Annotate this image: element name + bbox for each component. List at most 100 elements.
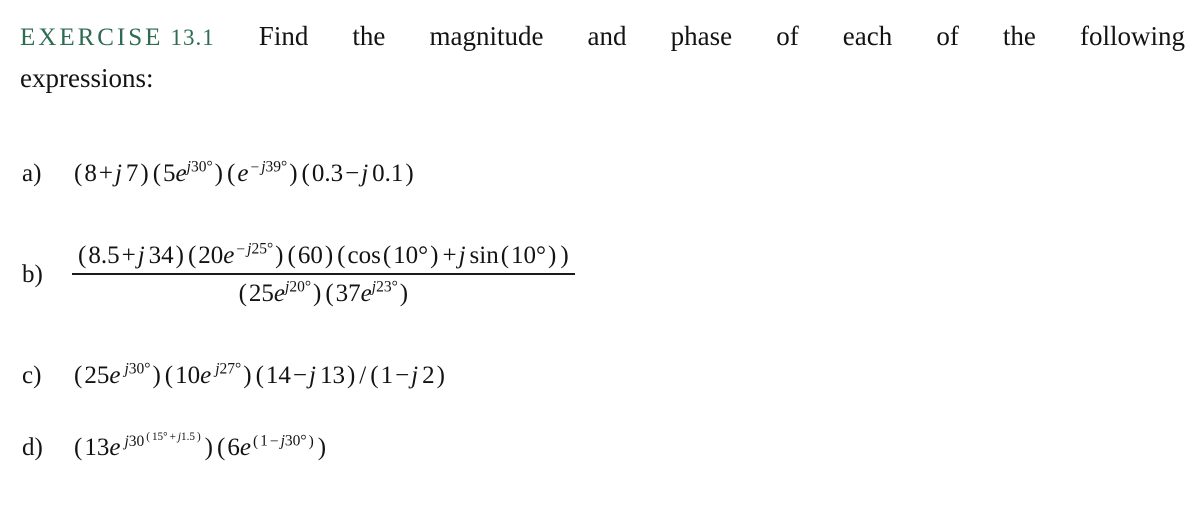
paren-open: ( — [146, 430, 150, 443]
paren-close: ) — [430, 242, 439, 269]
paren-open: ( — [337, 242, 346, 269]
paren-open: ( — [74, 434, 83, 461]
paren-close: ) — [308, 432, 314, 450]
angle-value: 23 — [376, 278, 392, 296]
minus-operator: − — [345, 160, 360, 187]
imaginary-unit: j — [137, 242, 145, 269]
paren-open: ( — [370, 362, 379, 389]
heading-prompt-line-2: expressions: — [20, 63, 154, 93]
paren-close: ) — [140, 160, 149, 187]
paren-close: ) — [275, 242, 284, 269]
minus-operator: − — [292, 362, 307, 389]
paren-open: ( — [252, 432, 259, 450]
imaginary-part: 13 — [319, 362, 345, 389]
cos-function: cos — [347, 242, 381, 269]
angle-value: 25 — [251, 240, 267, 258]
real-part: 1 — [260, 432, 268, 450]
sin-function: sin — [469, 242, 499, 269]
euler-e: e — [273, 280, 285, 308]
exponent: j20° — [285, 279, 311, 296]
imaginary-part: 2 — [422, 362, 435, 389]
paren-close: ) — [289, 160, 298, 187]
exercise-item-b: b) (8.5+j 34) (20e − j25°) (60) (cos(10°) +j sin… — [22, 240, 575, 310]
imaginary-part: 1.5 — [181, 430, 195, 443]
item-d-expression: (13e j30(15° + j1.5)) (6e(1− j30°)) — [72, 431, 328, 462]
angle-value: 10 — [511, 242, 537, 269]
imaginary-unit: j — [458, 242, 466, 269]
magnitude: 37 — [335, 280, 361, 308]
exercise-item-a: a) (8+j 7) (5ej30°) (e − j39°) (0.3−j 0.1) — [22, 158, 416, 188]
euler-e: e — [223, 242, 235, 269]
paren-close: ) — [196, 430, 201, 443]
paren-close: ) — [317, 434, 327, 461]
paren-close: ) — [324, 242, 334, 269]
exercise-heading: EXERCISE 13.1 Find the magnitude and phas… — [20, 16, 1185, 98]
scalar-value: 60 — [297, 242, 323, 269]
magnitude: 5 — [163, 160, 176, 187]
paren-close: ) — [214, 160, 223, 187]
item-a-label: a) — [22, 160, 42, 187]
paren-open: ( — [164, 362, 174, 389]
exponent: j23° — [372, 279, 398, 296]
item-a-expression: (8+j 7) (5ej30°) (e − j39°) (0.3−j 0.1) — [72, 158, 416, 188]
heading-prompt-line-1: Find the magnitude and phase of each of … — [258, 21, 1185, 51]
exponent: j30° — [187, 159, 213, 176]
minus-sign: − — [236, 240, 246, 258]
paren-close: ) — [399, 280, 409, 308]
angle-value: 15 — [151, 430, 164, 443]
nested-exponent: (15° + j1.5) — [144, 431, 202, 443]
angle-value: 27 — [219, 360, 236, 378]
paren-close: ) — [436, 362, 445, 389]
paren-open: ( — [500, 242, 510, 269]
paren-open: ( — [301, 160, 310, 187]
euler-e: e — [237, 160, 249, 187]
paren-open: ( — [238, 280, 247, 308]
imaginary-unit: j — [114, 160, 122, 187]
fraction-numerator: (8.5+j 34) (20e − j25°) (60) (cos(10°) +j sin(10… — [72, 240, 575, 273]
paren-open: ( — [74, 160, 83, 187]
minus-operator: − — [395, 362, 410, 389]
paren-close: ) — [152, 362, 161, 389]
euler-e: e — [239, 434, 251, 461]
magnitude: 25 — [84, 362, 110, 389]
exercise-item-c: c) (25e j30°) (10e j27°) (14−j 13) / (1−j 2) — [22, 361, 447, 390]
exercise-number: 13.1 — [170, 25, 215, 50]
paren-open: ( — [187, 242, 197, 269]
exponent: − j25° — [234, 241, 273, 258]
exercise-page: EXERCISE 13.1 Find the magnitude and phas… — [0, 0, 1200, 525]
paren-close: ) — [548, 242, 557, 269]
paren-open: ( — [74, 362, 83, 389]
fraction-denominator: (25ej20°) (37ej23°) — [233, 275, 415, 309]
paren-close: ) — [204, 434, 213, 461]
exponent: (1− j30°) — [251, 433, 316, 450]
exponent: j27° — [215, 361, 241, 378]
item-d-label: d) — [22, 434, 43, 461]
real-part: 0.3 — [311, 160, 344, 187]
real-part: 8.5 — [88, 242, 120, 269]
paren-open: ( — [78, 242, 87, 269]
real-part: 1 — [380, 362, 394, 389]
paren-close: ) — [405, 160, 414, 187]
euler-e: e — [109, 434, 121, 461]
paren-open: ( — [255, 362, 264, 389]
magnitude: 13 — [84, 434, 110, 461]
imaginary-part: 0.1 — [372, 160, 404, 187]
heading-line-2: expressions: — [20, 58, 1185, 98]
heading-line-1: EXERCISE 13.1 Find the magnitude and phas… — [20, 16, 1185, 58]
imaginary-part: 34 — [148, 242, 174, 269]
minus-operator: − — [269, 432, 279, 450]
degree-sign: ° — [206, 158, 213, 176]
paren-open: ( — [325, 280, 334, 308]
paren-close: ) — [313, 280, 322, 308]
minus-sign: − — [250, 158, 260, 176]
exponent: j30° — [124, 361, 150, 378]
imaginary-part: 7 — [125, 160, 139, 187]
plus-operator: + — [442, 242, 457, 269]
plus-operator: + — [169, 430, 176, 443]
imaginary-unit: j — [411, 362, 419, 389]
paren-open: ( — [152, 160, 162, 187]
angle-value: 30 — [190, 158, 207, 176]
angle-value: 30 — [128, 360, 145, 378]
paren-open: ( — [382, 242, 392, 269]
real-part: 8 — [84, 160, 97, 187]
